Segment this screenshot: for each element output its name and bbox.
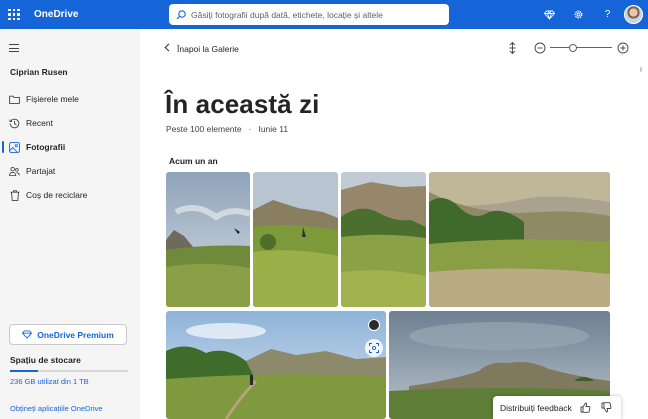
main-content: Înapoi la Galerie În această zi Peste 10… [140,29,648,419]
separator-dot: · [248,124,252,134]
people-icon [9,166,20,177]
back-label: Înapoi la Galerie [177,43,239,54]
storage-fill [10,370,38,372]
storage-title: Spațiu de stocare [10,355,81,365]
diamond-icon[interactable] [535,0,564,29]
sidebar-item-photos[interactable]: Fotografii [0,135,140,159]
sidebar-item-label: Recent [26,118,53,128]
sort-icon[interactable] [506,41,519,54]
help-icon[interactable]: ? [593,0,622,29]
sidebar-item-recent[interactable]: Recent [0,111,140,135]
select-circle[interactable] [368,319,380,331]
page-meta: Peste 100 elemente · Iunie 11 [166,124,288,134]
search-input[interactable] [191,9,446,20]
feedback-bar: Distribuiți feedback [493,396,621,419]
recent-icon [9,118,20,129]
user-name: Ciprian Rusen [10,67,68,77]
hamburger-menu-icon[interactable] [9,44,19,55]
search-icon [176,9,186,19]
chevron-left-icon [164,43,170,54]
app-brand[interactable]: OneDrive [34,9,78,20]
zoom-in-icon[interactable] [616,41,629,54]
sidebar-item-label: Coș de reciclare [26,190,88,200]
sidebar-item-label: Fișierele mele [26,94,79,104]
thumbs-down-icon[interactable] [600,402,614,413]
premium-button-label: OneDrive Premium [37,329,114,340]
sidebar-item-label: Partajat [26,166,56,176]
zoom-out-icon[interactable] [533,41,546,54]
zoom-controls [506,41,629,54]
photos-icon [9,141,20,153]
sidebar-item-shared[interactable]: Partajat [0,159,140,183]
recycle-bin-icon [9,189,20,201]
sidebar: Ciprian Rusen Fișierele mele Recent Foto… [0,29,140,419]
section-heading: Acum un an [169,156,218,166]
photo-tile[interactable] [253,172,338,307]
search-box[interactable] [169,4,449,25]
premium-button[interactable]: OneDrive Premium [9,324,127,345]
page-title: În această zi [165,89,320,119]
folder-icon [9,94,20,105]
scrollbar-thumb[interactable] [640,67,642,72]
avatar[interactable] [624,5,643,24]
memory-date: Iunie 11 [258,124,289,134]
sidebar-nav: Fișierele mele Recent Fotografii Partaja… [0,87,140,207]
item-count: Peste 100 elemente [166,124,242,134]
photo-tile[interactable] [166,172,250,307]
zoom-slider-thumb[interactable] [568,43,577,52]
diamond-icon [22,330,33,339]
get-apps-link[interactable]: Obțineți aplicațiile OneDrive [10,404,103,413]
sidebar-item-recycle-bin[interactable]: Coș de reciclare [0,183,140,207]
feedback-label[interactable]: Distribuiți feedback [500,403,572,413]
top-bar: OneDrive ? [0,0,648,29]
storage-bar [10,370,128,372]
photo-tile[interactable] [341,172,426,307]
gear-icon[interactable] [564,0,593,29]
photo-tile[interactable] [429,172,610,307]
thumbs-up-icon[interactable] [579,402,593,413]
zoom-slider[interactable] [550,43,612,53]
sidebar-item-label: Fotografii [26,142,66,152]
sidebar-item-my-files[interactable]: Fișierele mele [0,87,140,111]
storage-usage-link[interactable]: 236 GB utilizat din 1 TB [10,377,89,386]
back-to-gallery-button[interactable]: Înapoi la Galerie [164,43,239,54]
focus-frame-icon[interactable] [365,339,383,357]
photo-tile[interactable] [166,311,386,419]
waffle-icon[interactable] [0,0,28,29]
